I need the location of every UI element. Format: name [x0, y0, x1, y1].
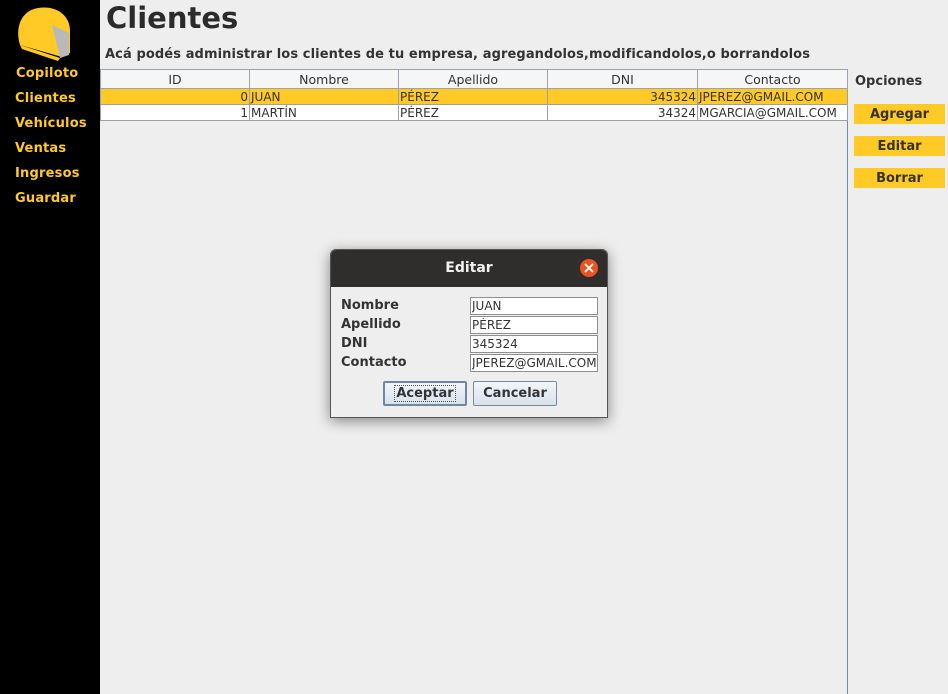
nombre-label: Nombre — [341, 298, 399, 313]
table-row[interactable]: 1 MARTÍN PÉREZ 34324 MGARCIA@GMAIL.COM — [100, 104, 848, 121]
nombre-field[interactable] — [470, 297, 598, 315]
delete-button[interactable]: Borrar — [854, 168, 945, 188]
cell-id[interactable]: 1 — [100, 104, 250, 121]
close-icon — [584, 263, 594, 273]
edit-button[interactable]: Editar — [854, 136, 945, 156]
column-header-contacto[interactable]: Contacto — [697, 69, 848, 89]
helmet-icon — [18, 7, 71, 61]
dialog-title: Editar — [445, 260, 493, 276]
cell-apellido[interactable]: PÉREZ — [398, 104, 548, 121]
sidebar-item-ventas[interactable]: Ventas — [15, 141, 66, 156]
clients-table: ID Nombre Apellido DNI Contacto 0 JUAN P… — [100, 69, 848, 121]
column-header-id[interactable]: ID — [100, 69, 250, 89]
sidebar-item-guardar[interactable]: Guardar — [15, 191, 76, 206]
cell-contacto[interactable]: JPEREZ@GMAIL.COM — [697, 88, 848, 105]
sidebar-item-vehiculos[interactable]: Vehículos — [15, 116, 87, 131]
dni-label: DNI — [341, 336, 368, 351]
page-subtitle: Acá podés administrar los clientes de tu… — [105, 47, 811, 62]
close-button[interactable] — [580, 259, 598, 277]
contacto-field[interactable] — [470, 354, 598, 372]
cell-nombre[interactable]: JUAN — [249, 88, 399, 105]
column-header-nombre[interactable]: Nombre — [249, 69, 399, 89]
cell-dni[interactable]: 345324 — [547, 88, 698, 105]
cell-apellido[interactable]: PÉREZ — [398, 88, 548, 105]
page-title: Clientes — [106, 1, 239, 35]
dialog-titlebar[interactable]: Editar — [331, 250, 607, 287]
cell-nombre[interactable]: MARTÍN — [249, 104, 399, 121]
column-header-apellido[interactable]: Apellido — [398, 69, 548, 89]
sidebar: Copiloto Clientes Vehículos Ventas Ingre… — [0, 0, 100, 694]
table-header-row: ID Nombre Apellido DNI Contacto — [100, 69, 848, 89]
table-row[interactable]: 0 JUAN PÉREZ 345324 JPEREZ@GMAIL.COM — [100, 88, 848, 105]
cell-id[interactable]: 0 — [100, 88, 250, 105]
cancel-button[interactable]: Cancelar — [473, 381, 557, 406]
options-title: Opciones — [855, 74, 923, 89]
contacto-label: Contacto — [341, 355, 407, 370]
column-header-dni[interactable]: DNI — [547, 69, 698, 89]
sidebar-item-ingresos[interactable]: Ingresos — [15, 166, 80, 181]
sidebar-item-clientes[interactable]: Clientes — [15, 91, 76, 106]
dni-field[interactable] — [470, 335, 598, 353]
cell-dni[interactable]: 34324 — [547, 104, 698, 121]
add-button[interactable]: Agregar — [854, 104, 945, 124]
apellido-field[interactable] — [470, 316, 598, 334]
accept-button-label: Aceptar — [394, 385, 456, 402]
sidebar-item-copiloto[interactable]: Copiloto — [16, 66, 78, 81]
apellido-label: Apellido — [341, 317, 401, 332]
cell-contacto[interactable]: MGARCIA@GMAIL.COM — [697, 104, 848, 121]
accept-button[interactable]: Aceptar — [383, 381, 467, 406]
edit-dialog: Editar Nombre Apellido DNI Contacto Acep… — [330, 249, 608, 418]
